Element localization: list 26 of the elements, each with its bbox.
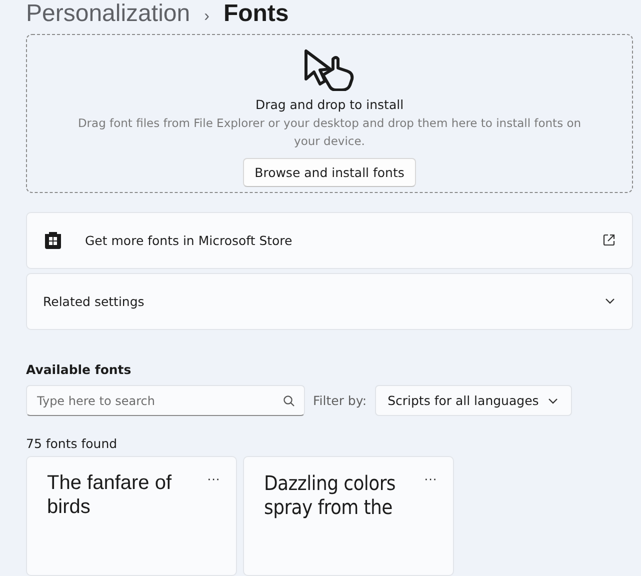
related-settings-card[interactable]: Related settings [26,272,633,330]
browse-button[interactable]: Browse and install fonts [242,158,416,187]
font-card[interactable]: Dazzling colors spray from the ··· [243,456,454,576]
search-icon [283,395,295,407]
more-button[interactable]: ··· [203,471,224,487]
store-bag-icon [43,230,63,250]
font-preview-text: Dazzling colors spray from the [264,471,396,519]
drop-zone-title: Drag and drop to install [255,97,404,112]
related-settings-label: Related settings [43,294,146,309]
fonts-count: 75 fonts found [26,436,118,451]
filter-label: Filter by: [313,393,367,408]
font-preview-text: The fanfare of birds [47,471,173,519]
filter-dropdown[interactable]: Scripts for all languages [374,385,572,416]
page-title: Fonts [223,0,289,28]
store-link-card[interactable]: Get more fonts in Microsoft Store [26,212,633,269]
search-field[interactable]: Type here to search [26,385,305,416]
pointer-and-hand-icon [302,49,356,91]
drop-zone[interactable]: Drag and drop to install Drag font files from File Explorer or your desktop and drop them here to install fonts on your device. Browse and install fonts [26,34,633,193]
store-link-label: Get more fonts in Microsoft Store [85,232,294,248]
external-link-icon [602,233,616,248]
more-button[interactable]: ··· [420,471,441,487]
breadcrumb-separator: › [204,7,210,27]
font-card[interactable]: The fanfare of birds ··· [26,456,237,576]
drop-zone-description: Drag font files from File Explorer or your desktop and drop them here to install fonts on your device. [76,115,582,150]
section-heading: Available fonts [26,362,132,377]
breadcrumb-link[interactable]: Personalization [26,0,190,28]
